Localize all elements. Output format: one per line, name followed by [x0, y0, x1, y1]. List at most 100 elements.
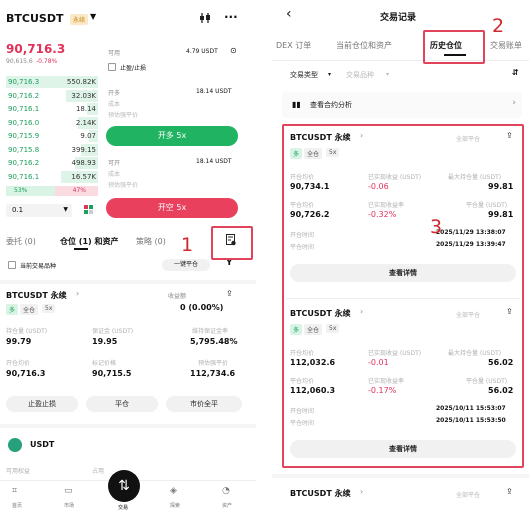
card-status: 全部平仓 [456, 492, 481, 499]
nav-explore[interactable]: 探索 [170, 502, 180, 509]
open-short-button[interactable]: 开空 5x [106, 198, 238, 218]
chart-settings-icon[interactable] [198, 12, 212, 24]
open-long-button[interactable]: 开多 5x [106, 126, 238, 146]
card-share-icon[interactable]: ⇪ [506, 487, 513, 496]
long-liq-label: 预估强平价 [108, 112, 139, 119]
position-leverage-tag: 5x [42, 304, 56, 313]
share-icon[interactable]: ⇪ [226, 289, 233, 298]
available-value: 4.79 USDT [186, 48, 218, 55]
tab-bills[interactable]: 交易账单 [490, 40, 522, 51]
tpsl-checkbox[interactable] [108, 63, 116, 71]
annotation-1: 1 [181, 234, 194, 256]
orderbook-row[interactable]: 90,716.2 32.03K [6, 89, 98, 102]
nav-market[interactable]: 市场 [64, 502, 74, 509]
back-icon[interactable]: ‹ [286, 6, 292, 22]
asset-name: USDT [30, 440, 55, 449]
symbol-tag: 永续 [70, 14, 89, 25]
position-size-value: 99.79 [6, 337, 32, 346]
precision-value: 0.1 [12, 206, 24, 214]
long-amount: 18.14 USDT [196, 88, 232, 95]
position-title[interactable]: BTCUSDT 永续 [6, 290, 67, 301]
sort-icon[interactable]: ⇵ [512, 68, 519, 77]
tab-strategy[interactable]: 策略 (0) [136, 236, 166, 247]
more-icon[interactable]: ··· [224, 10, 238, 24]
position-pnl-label: 收益额 [168, 293, 187, 300]
orderbook-layout-icon[interactable] [84, 205, 94, 215]
orderbook-price: 90,716.2 [8, 159, 40, 167]
annotation-2: 2 [492, 15, 505, 37]
precision-dropdown-icon: ▼ [63, 206, 68, 213]
asset-equity-label: 可用权益 [6, 468, 31, 475]
tab-current-positions[interactable]: 当前仓位和资产 [336, 40, 392, 51]
last-price: 90,716.3 [6, 42, 66, 56]
filter-symbol[interactable]: 交易品种 [346, 70, 374, 80]
orderbook-row[interactable]: 90,716.1 16.57K [6, 170, 98, 183]
nav-trade[interactable]: 交易 [118, 504, 128, 511]
buy-percent: 53% [14, 187, 28, 194]
orderbook-qty: 9.07 [80, 132, 96, 140]
orderbook-row[interactable]: 90,716.3 550.82K [6, 76, 98, 88]
orderbook-qty: 32.03K [71, 91, 96, 100]
symbol-title[interactable]: BTCUSDT [6, 12, 63, 25]
tpsl-label: 止盈/止损 [120, 65, 147, 72]
asset-used-label: 占用 [92, 468, 105, 475]
orderbook-row[interactable]: 90,716.2 498.93 [6, 157, 98, 169]
tab-dex-orders[interactable]: DEX 订单 [276, 40, 311, 51]
card-title[interactable]: BTCUSDT 永续 [290, 488, 351, 499]
orderbook-qty: 2.14K [75, 118, 96, 127]
short-cost-label: 成本 [108, 171, 121, 178]
nav-assets[interactable]: 资产 [222, 502, 232, 509]
explore-icon[interactable]: ◈ [170, 486, 177, 496]
contract-analysis-row[interactable]: ▮▮ 查看合约分析 › [282, 92, 522, 118]
orderbook-row[interactable]: 90,716.1 18.14 [6, 103, 98, 115]
section-separator [0, 424, 256, 428]
orderbook-price: 90,715.8 [8, 145, 40, 154]
position-pnl-value: 0 (0.00%) [180, 303, 224, 312]
card-chevron-icon: › [360, 487, 364, 496]
section-separator [272, 474, 529, 478]
trade-icon[interactable]: ⇅ [108, 470, 140, 502]
price-change: -0.78% [36, 58, 58, 65]
filter-trade-type[interactable]: 交易类型 [290, 70, 318, 80]
tab-positions[interactable]: 仓位 (1) 和资产 [60, 236, 118, 247]
position-margin-tag: 全仓 [20, 304, 39, 315]
precision-select[interactable]: 0.1 ▼ [6, 204, 72, 217]
orderbook-price: 90,716.1 [8, 172, 40, 181]
margin-label: 保证金 (USDT) [92, 328, 134, 335]
short-label: 可开 [108, 160, 121, 167]
orderbook-row[interactable]: 90,715.8 399.15 [6, 143, 98, 156]
tpsl-button[interactable]: 止盈止损 [6, 396, 78, 412]
sell-percent: 47% [72, 187, 86, 194]
orderbook-qty: 399.15 [71, 145, 97, 154]
orderbook-price: 90,716.1 [8, 105, 40, 113]
buy-sell-ratio: 53% 47% [6, 186, 98, 196]
nav-home[interactable]: 首页 [12, 502, 22, 509]
market-icon[interactable]: ▭ [64, 486, 73, 496]
close-position-button[interactable]: 平仓 [86, 396, 158, 412]
close-all-button[interactable]: 一键平仓 [162, 259, 210, 271]
assets-icon[interactable]: ◔ [222, 486, 230, 496]
orderbook-qty: 16.57K [71, 172, 96, 181]
highlight-box-3 [282, 124, 524, 468]
orderbook-price: 90,715.9 [8, 132, 40, 140]
orderbook-price: 90,716.0 [8, 118, 40, 127]
analysis-icon: ▮▮ [292, 100, 301, 109]
current-symbol-checkbox[interactable] [8, 261, 16, 269]
orderbook-row[interactable]: 90,716.0 2.14K [6, 116, 98, 129]
liq-price-label: 预估强平价 [198, 360, 229, 367]
orderbook-price: 90,716.2 [8, 91, 40, 100]
home-icon[interactable]: ⌗ [12, 486, 17, 496]
section-separator [0, 280, 256, 284]
short-liq-label: 预估强平价 [108, 182, 139, 189]
position-side-tag: 多 [6, 304, 19, 315]
index-price: 90,615.6 [6, 58, 33, 65]
symbol-dropdown-icon[interactable]: ▼ [90, 12, 96, 21]
orderbook-row[interactable]: 90,715.9 9.07 [6, 130, 98, 142]
analysis-chevron-icon: › [512, 98, 516, 108]
transfer-icon[interactable]: ⊙ [230, 46, 237, 55]
tab-orders[interactable]: 委托 (0) [6, 236, 36, 247]
short-amount: 18.14 USDT [196, 158, 232, 165]
active-tab-indicator [74, 248, 88, 250]
market-close-button[interactable]: 市价全平 [166, 396, 242, 412]
position-chevron-icon: › [76, 289, 80, 298]
